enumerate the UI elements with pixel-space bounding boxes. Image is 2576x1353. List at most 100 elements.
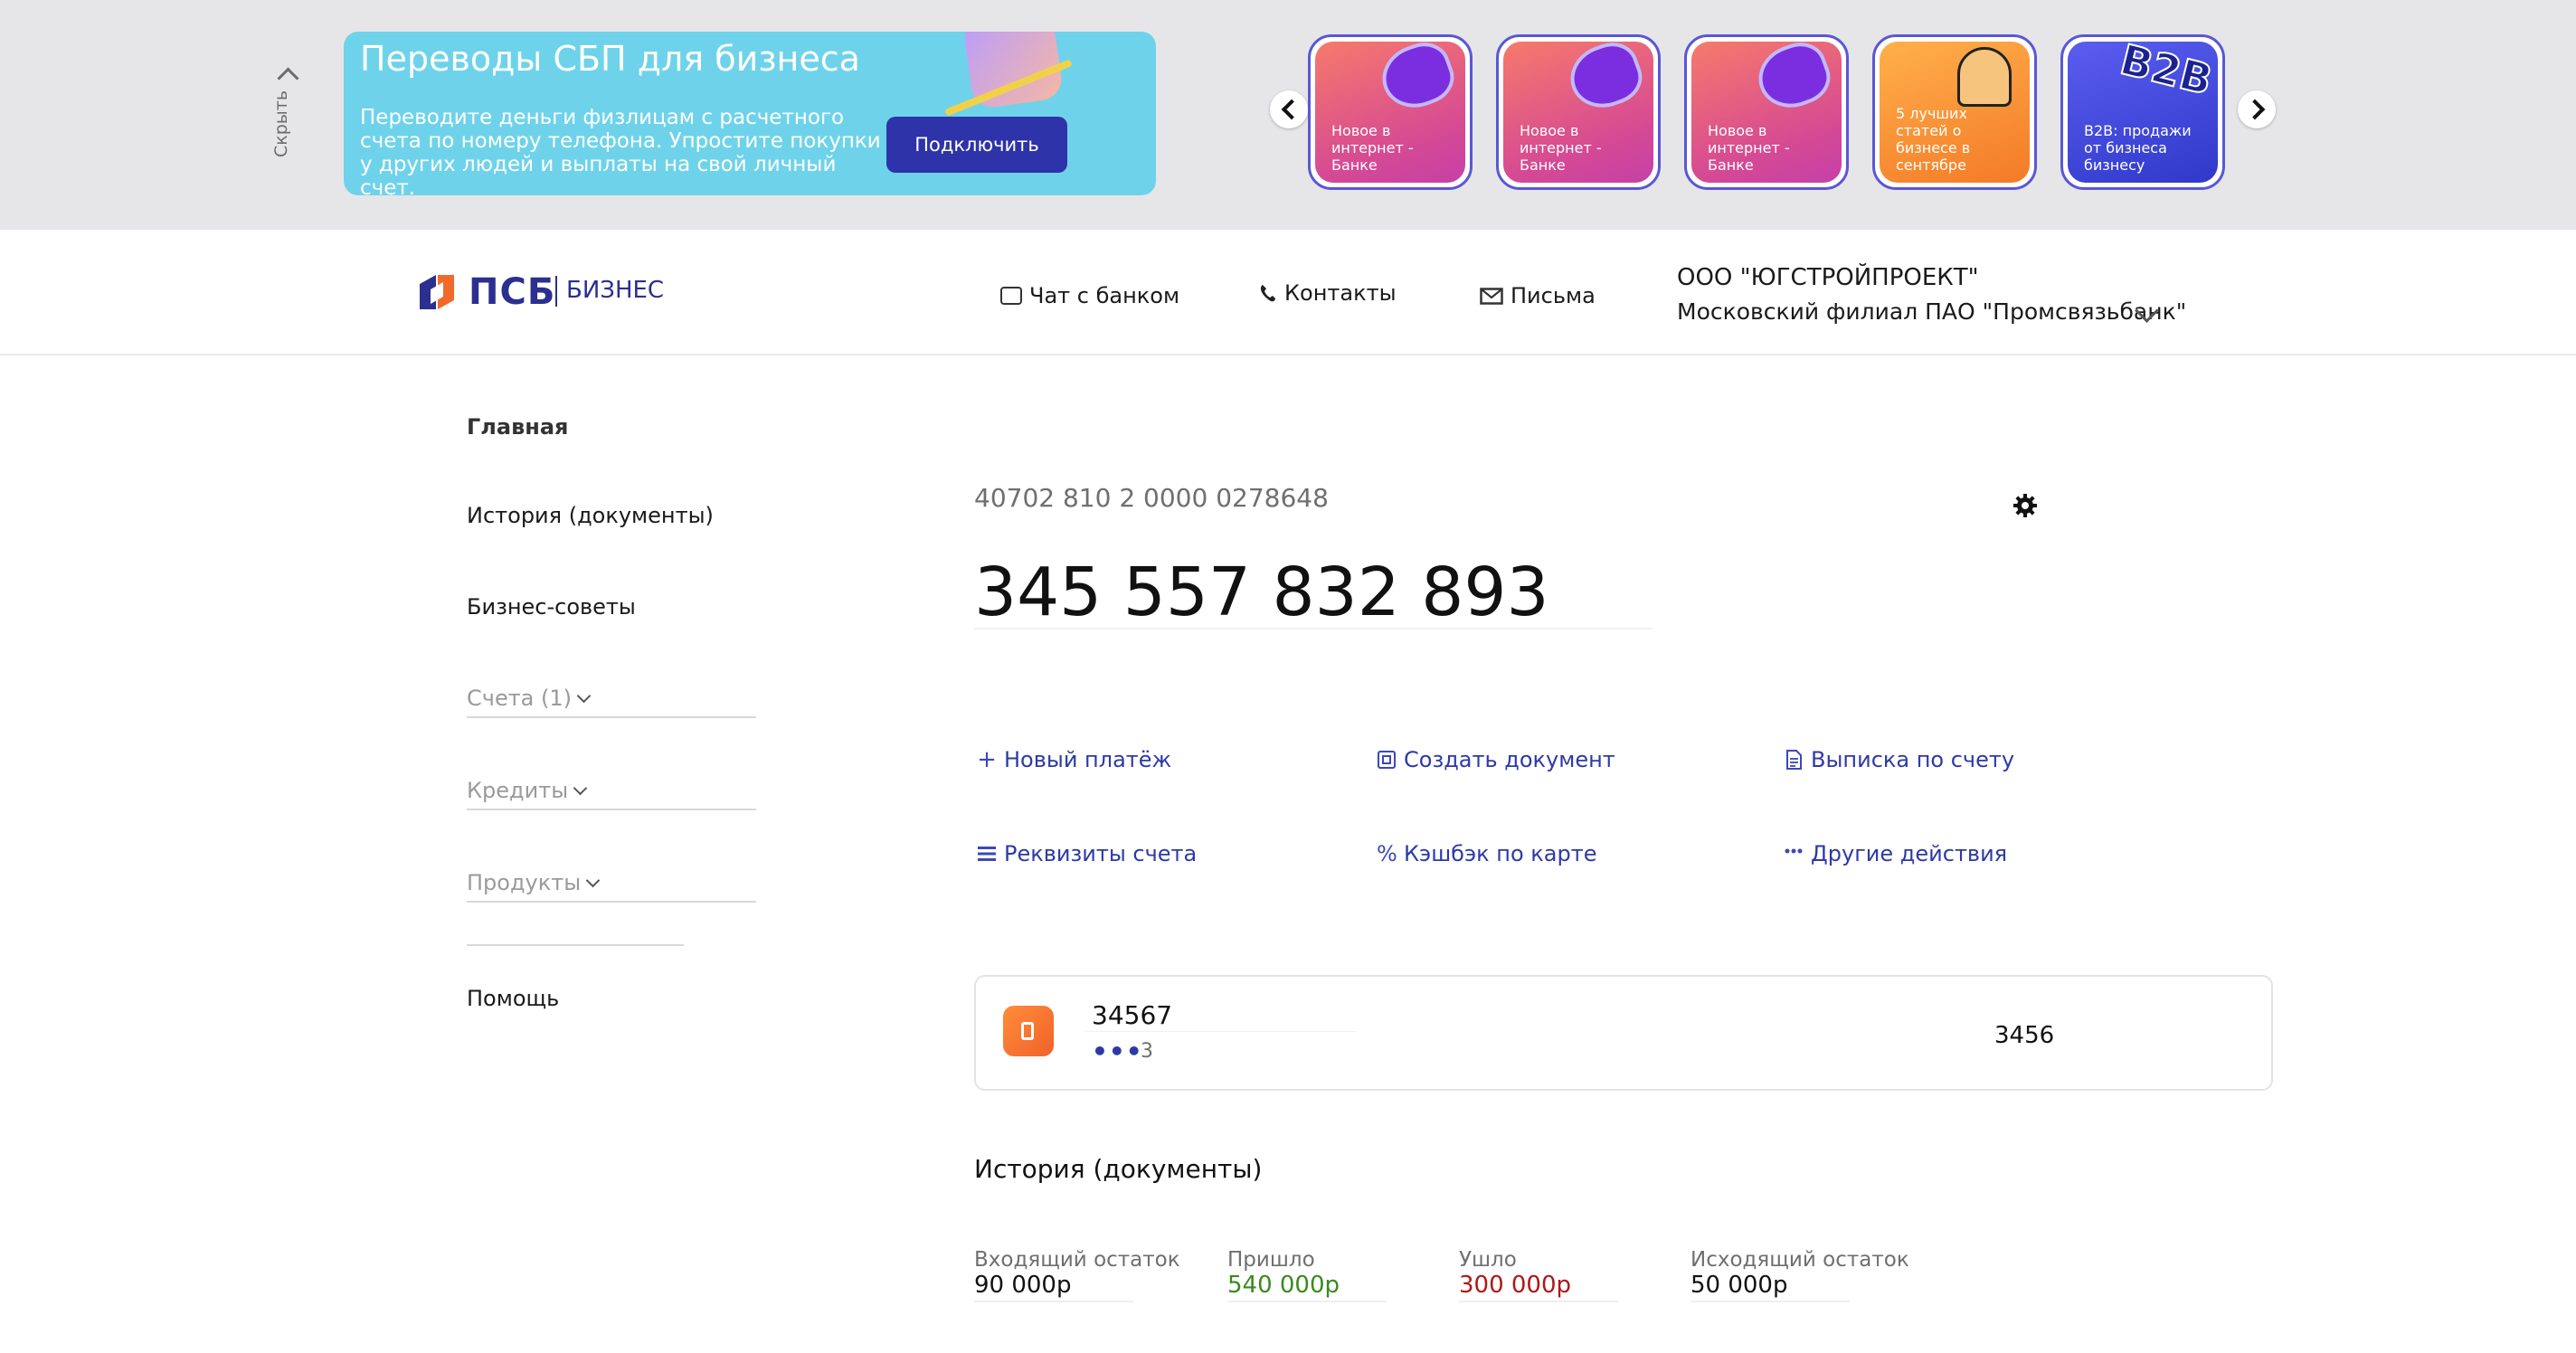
sidebar-divider [467,944,684,946]
card-title: 34567 [1092,1000,1173,1030]
sidebar-item-help[interactable]: Помощь [467,986,559,1011]
stat-value: 50 000р [1690,1272,1850,1302]
story-card-art: 5 лучших статей о бизнесе в сентябре [1880,42,2030,183]
stat-outgoing: Ушло 300 000р [1459,1248,1618,1302]
letters-link[interactable]: Письма [1480,283,1596,308]
card-menu-dots[interactable]: ••• [1092,1036,1143,1066]
logo-text[interactable]: ПСБ [469,271,555,313]
organization-branch[interactable]: Московский филиал ПАО "Промсвязьбанк" [1677,298,2186,325]
other-actions-label: Другие действия [1811,841,2008,866]
story-card-art: Новое в интернет - Банке [1691,42,1842,183]
hide-promo-toggle[interactable]: Скрыть [271,67,308,170]
other-actions-button[interactable]: Другие действия [1784,841,2007,866]
stories-prev-button[interactable] [1270,90,1308,128]
sbp-promo-banner[interactable]: Переводы СБП для бизнеса Переводите день… [344,32,1156,195]
sidebar-item-history[interactable]: История (документы) [467,503,714,528]
statement-icon [1786,750,1802,770]
account-number: 40702 810 2 0000 0278648 [974,483,1329,513]
stat-opening-balance: Входящий остаток 90 000р [974,1248,1180,1302]
chat-icon [1000,287,1022,305]
chat-with-bank-link[interactable]: Чат с банком [1000,283,1179,308]
sidebar-dropdown-credits[interactable]: Кредиты [467,778,756,810]
chevron-left-icon [1281,99,1302,120]
card-icon-mark [1021,1022,1034,1040]
products-dropdown-label: Продукты [467,870,582,895]
chevron-down-icon [576,688,592,704]
story-card-label: Новое в интернет - Банке [1331,122,1414,174]
logo-divider [555,276,557,307]
stat-incoming: Пришло 540 000р [1227,1248,1387,1302]
hide-promo-label: Скрыть [271,90,291,157]
psb-logo-icon[interactable] [416,271,458,313]
accounts-dropdown-label: Счета (1) [467,686,573,711]
card-cashback-label: Кэшбэк по карте [1404,841,1597,866]
stat-label: Исходящий остаток [1690,1248,1909,1272]
card-title-underline [1084,1031,1356,1032]
account-statement-button[interactable]: Выписка по счету [1784,747,2014,772]
story-card[interactable]: 5 лучших статей о бизнесе в сентябре [1872,34,2037,190]
story-card-label: Новое в интернет - Банке [1708,122,1790,174]
credits-dropdown-label: Кредиты [467,778,569,803]
menu-lines-icon [978,847,996,861]
stories-next-button[interactable] [2238,90,2276,128]
sbp-banner-title: Переводы СБП для бизнеса [360,39,860,79]
card-subtitle: 3 [1141,1040,1153,1063]
story-card[interactable]: Новое в интернет - Банке [1308,34,1473,190]
account-requisites-button[interactable]: Реквизиты счета [977,841,1197,866]
stat-value: 300 000р [1459,1272,1618,1302]
megaphone-icon [1749,42,1838,118]
percent-icon: % [1377,841,1397,866]
stat-closing-balance: Исходящий остаток 50 000р [1690,1248,1909,1302]
story-card[interactable]: B2B B2B: продажи от бизнеса бизнесу [2060,34,2225,190]
stat-label: Входящий остаток [974,1248,1180,1272]
story-card-art: Новое в интернет - Банке [1315,42,1465,183]
phone-icon [1260,285,1275,302]
story-card-art: Новое в интернет - Банке [1503,42,1653,183]
card-row[interactable]: 34567 ••• 3 3456 [974,975,2273,1091]
chevron-down-icon [573,781,588,796]
new-payment-label: Новый платёж [1004,747,1172,772]
more-dots-icon [1785,848,1803,854]
create-document-button[interactable]: Создать документ [1377,747,1615,772]
chevron-down-icon [585,873,601,888]
connect-sbp-button[interactable]: Подключить [886,117,1067,173]
megaphone-icon [1373,42,1462,118]
card-amount: 3456 [1994,1022,2055,1049]
contacts-link[interactable]: Контакты [1259,280,1397,306]
new-payment-button[interactable]: + Новый платёж [977,747,1171,772]
gear-icon[interactable] [2012,492,2039,519]
story-card-label: B2B: продажи от бизнеса бизнесу [2084,122,2192,174]
sidebar-dropdown-products[interactable]: Продукты [467,870,756,903]
story-card[interactable]: Новое в интернет - Банке [1496,34,1661,190]
account-statement-label: Выписка по счету [1811,747,2015,772]
contacts-link-label: Контакты [1284,280,1397,306]
megaphone-icon [1561,42,1650,118]
story-card-label: 5 лучших статей о бизнесе в сентябре [1896,105,1971,174]
logo-subtitle: БИЗНЕС [566,277,665,304]
chevron-up-icon [277,67,299,90]
history-section-title: История (документы) [974,1154,1263,1184]
chat-link-label: Чат с банком [1029,283,1180,308]
account-requisites-label: Реквизиты счета [1004,841,1198,866]
organization-name[interactable]: ООО "ЮГСТРОЙПРОЕКТ" [1677,264,1979,291]
card-icon [1003,1006,1054,1056]
sidebar-item-main[interactable]: Главная [467,414,568,440]
stat-value: 90 000р [974,1272,1133,1302]
sidebar-item-business-tips[interactable]: Бизнес-советы [467,594,636,620]
balance-underline [974,628,1653,629]
story-card-label: Новое в интернет - Банке [1520,122,1602,174]
sbp-banner-text: Переводите деньги физлицам с расчетного … [360,106,881,195]
header-divider [0,354,2576,355]
chevron-right-icon [2244,99,2266,120]
bell-icon [1957,47,2012,107]
stat-value: 540 000р [1227,1272,1387,1302]
plus-icon: + [977,746,997,773]
stat-label: Пришло [1227,1248,1315,1272]
create-document-label: Создать документ [1404,747,1615,772]
story-card[interactable]: Новое в интернет - Банке [1684,34,1849,190]
b2b-art-text: B2B [2115,42,2218,106]
sidebar-dropdown-accounts[interactable]: Счета (1) [467,686,756,718]
document-create-icon [1378,751,1396,769]
stat-label: Ушло [1459,1248,1517,1272]
card-cashback-button[interactable]: % Кэшбэк по карте [1377,841,1596,866]
